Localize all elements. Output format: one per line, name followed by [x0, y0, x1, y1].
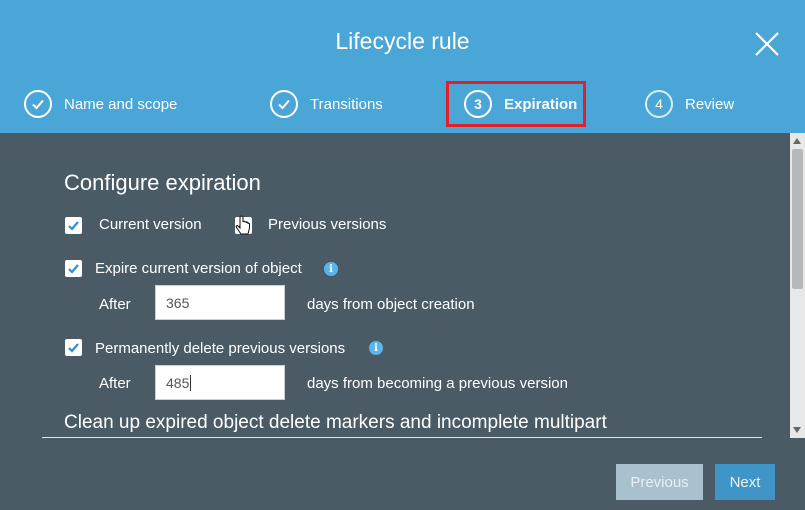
- after-label: After: [99, 375, 131, 392]
- vertical-scrollbar[interactable]: [790, 133, 805, 438]
- after-label: After: [99, 296, 131, 313]
- expire-current-days-input[interactable]: 365: [155, 285, 285, 320]
- previous-button[interactable]: Previous: [616, 464, 703, 500]
- expire-current-checkbox[interactable]: [65, 260, 82, 277]
- step-number-badge: 4: [645, 90, 673, 118]
- input-value: 485: [166, 374, 190, 391]
- hand-cursor-icon: [235, 215, 250, 235]
- current-version-label: Current version: [99, 216, 202, 233]
- expire-current-label: Expire current version of object: [95, 260, 302, 277]
- expire-current-suffix: days from object creation: [307, 296, 475, 313]
- checkmark-icon: [68, 221, 79, 231]
- check-icon: [24, 90, 52, 118]
- checkmark-icon: [68, 343, 79, 353]
- previous-versions-label: Previous versions: [268, 216, 387, 233]
- checkmark-icon: [68, 264, 79, 274]
- step-transitions[interactable]: Transitions: [270, 86, 383, 122]
- check-icon: [270, 90, 298, 118]
- step-expiration[interactable]: 3 Expiration: [446, 81, 586, 127]
- info-icon[interactable]: i: [324, 262, 338, 276]
- current-version-checkbox[interactable]: [65, 217, 82, 234]
- step-label: Expiration: [504, 95, 578, 113]
- dialog-header: Lifecycle rule Name and scope Transition…: [0, 0, 805, 133]
- step-number-badge: 3: [464, 90, 492, 118]
- delete-previous-checkbox[interactable]: [65, 339, 82, 356]
- lifecycle-rule-dialog: Lifecycle rule Name and scope Transition…: [0, 0, 805, 510]
- next-button[interactable]: Next: [715, 464, 775, 500]
- delete-previous-days-input[interactable]: 485: [155, 365, 285, 400]
- section-heading: Configure expiration: [64, 170, 261, 195]
- text-caret: [190, 374, 192, 391]
- input-value: 365: [166, 294, 190, 311]
- delete-previous-label: Permanently delete previous versions: [95, 340, 346, 357]
- info-icon[interactable]: i: [369, 341, 383, 355]
- step-label: Name and scope: [64, 95, 178, 113]
- dialog-body: Configure expiration Current version Pre…: [0, 133, 790, 453]
- scroll-thumb[interactable]: [792, 149, 803, 289]
- step-label: Transitions: [310, 95, 383, 113]
- step-name-and-scope[interactable]: Name and scope: [24, 86, 177, 122]
- scroll-up-icon[interactable]: [793, 138, 801, 144]
- step-review[interactable]: 4 Review: [645, 86, 734, 122]
- dialog-title: Lifecycle rule: [335, 28, 470, 54]
- cleanup-heading: Clean up expired object delete markers a…: [64, 412, 607, 433]
- delete-previous-suffix: days from becoming a previous version: [307, 375, 568, 392]
- step-label: Review: [685, 95, 735, 113]
- section-divider: [42, 437, 762, 438]
- scroll-down-icon[interactable]: [793, 427, 801, 433]
- close-icon[interactable]: [752, 28, 782, 60]
